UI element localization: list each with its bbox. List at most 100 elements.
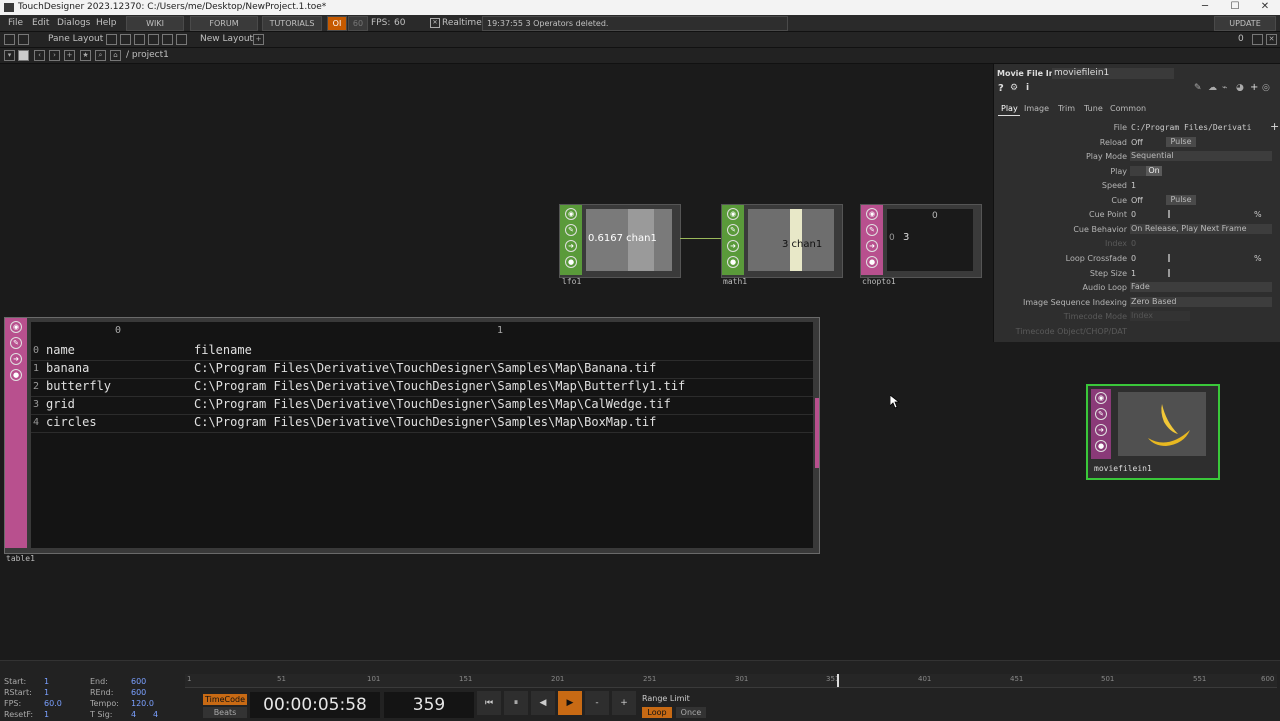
bypass-flag-icon[interactable]: ◉ bbox=[10, 321, 22, 333]
loop-button[interactable]: Loop bbox=[642, 707, 672, 718]
display-flag-icon[interactable]: ➜ bbox=[1095, 424, 1107, 436]
pane-menu-icon[interactable]: ▾ bbox=[4, 50, 15, 61]
once-button[interactable]: Once bbox=[676, 707, 706, 718]
cue-behavior-dropdown[interactable]: On Release, Play Next Frame bbox=[1130, 224, 1272, 234]
python-icon[interactable]: ⚙ bbox=[1010, 83, 1018, 93]
add-icon[interactable]: + bbox=[64, 50, 75, 61]
step-size-slider[interactable] bbox=[1168, 269, 1170, 277]
resetf-field[interactable]: 1 bbox=[44, 710, 49, 719]
help-icon[interactable]: ? bbox=[998, 83, 1004, 94]
minimize-button[interactable]: ─ bbox=[1190, 0, 1220, 15]
timeline-ruler[interactable]: 1 51 101 151 201 251 301 351 401 451 501… bbox=[185, 674, 1277, 688]
rend-field[interactable]: 600 bbox=[131, 688, 146, 697]
network-path[interactable]: / project1 bbox=[126, 50, 169, 60]
fps-field[interactable]: 60.0 bbox=[44, 699, 62, 708]
forward-icon[interactable]: › bbox=[49, 50, 60, 61]
play-reverse-button[interactable]: ◀ bbox=[531, 691, 555, 715]
table-cell[interactable]: C:\Program Files\Derivative\TouchDesigne… bbox=[194, 379, 685, 393]
tab-play[interactable]: Play bbox=[1001, 104, 1018, 113]
table-cell[interactable]: grid bbox=[46, 397, 75, 411]
layout-4-icon[interactable] bbox=[148, 34, 159, 45]
cue-point-slider[interactable] bbox=[1168, 210, 1170, 218]
table-cell[interactable]: banana bbox=[46, 361, 89, 375]
oi-button[interactable]: OI bbox=[327, 16, 347, 31]
layout-5-icon[interactable] bbox=[162, 34, 173, 45]
cue-point-field[interactable]: 0 bbox=[1131, 210, 1136, 219]
edit-icon[interactable]: ✎ bbox=[1194, 83, 1202, 93]
cue-toggle[interactable]: Off bbox=[1131, 196, 1143, 205]
layout-1-icon[interactable] bbox=[106, 34, 117, 45]
reload-pulse-button[interactable]: Pulse bbox=[1166, 137, 1196, 147]
add-layout-icon[interactable]: + bbox=[253, 34, 264, 45]
image-sequence-indexing-dropdown[interactable]: Zero Based bbox=[1130, 297, 1272, 307]
pane-split-icon[interactable] bbox=[4, 34, 15, 45]
tutorials-button[interactable]: TUTORIALS bbox=[262, 16, 322, 31]
table-cell[interactable]: filename bbox=[194, 343, 252, 357]
step-size-field[interactable]: 1 bbox=[1131, 269, 1136, 278]
op-name-field[interactable]: moviefilein1 bbox=[1052, 68, 1174, 79]
bypass-flag-icon[interactable]: ◉ bbox=[1095, 392, 1107, 404]
new-layout-button[interactable]: New Layout bbox=[200, 34, 253, 44]
viewer-flag-icon[interactable]: ● bbox=[866, 256, 878, 268]
table-cell[interactable]: C:\Program Files\Derivative\TouchDesigne… bbox=[194, 397, 671, 411]
viewer-flag-icon[interactable]: ● bbox=[565, 256, 577, 268]
lock-flag-icon[interactable]: ✎ bbox=[866, 224, 878, 236]
math-node-name[interactable]: math1 bbox=[723, 277, 747, 286]
layout-3-icon[interactable] bbox=[134, 34, 145, 45]
table-cell[interactable]: name bbox=[46, 343, 75, 357]
table-cell[interactable]: C:\Program Files\Derivative\TouchDesigne… bbox=[194, 415, 656, 429]
tsig-a-field[interactable]: 4 bbox=[131, 710, 136, 719]
tab-image[interactable]: Image bbox=[1024, 104, 1049, 113]
pane-layout-button[interactable]: Pane Layout bbox=[48, 34, 103, 44]
fps-set-field[interactable]: 60 bbox=[348, 16, 368, 31]
play-forward-button[interactable]: ▶ bbox=[558, 691, 582, 715]
moviefilein-node-name[interactable]: moviefilein1 bbox=[1094, 464, 1152, 473]
timecode-mode-button[interactable]: TimeCode bbox=[203, 694, 247, 705]
add-param-icon[interactable]: + bbox=[1250, 82, 1258, 93]
tab-tune[interactable]: Tune bbox=[1084, 104, 1103, 113]
lock-flag-icon[interactable]: ✎ bbox=[1095, 408, 1107, 420]
maximize-button[interactable]: ☐ bbox=[1220, 0, 1250, 15]
loop-crossfade-field[interactable]: 0 bbox=[1131, 254, 1136, 263]
moviefilein-top-node[interactable]: ◉ ✎ ➜ ● moviefilein1 bbox=[1086, 384, 1220, 480]
display-flag-icon[interactable]: ➜ bbox=[10, 353, 22, 365]
table-cell[interactable]: circles bbox=[46, 415, 97, 429]
color-icon[interactable]: ◕ bbox=[1236, 83, 1244, 93]
frame-display[interactable]: 359 bbox=[384, 692, 474, 718]
pane-link-icon[interactable] bbox=[18, 34, 29, 45]
tab-common[interactable]: Common bbox=[1110, 104, 1146, 113]
start-field[interactable]: 1 bbox=[44, 677, 49, 686]
back-icon[interactable]: ‹ bbox=[34, 50, 45, 61]
file-browse-icon[interactable]: + bbox=[1270, 120, 1279, 133]
bypass-flag-icon[interactable]: ◉ bbox=[727, 208, 739, 220]
info-icon[interactable]: i bbox=[1026, 83, 1029, 93]
table-scrollbar[interactable] bbox=[815, 398, 819, 468]
lock-flag-icon[interactable]: ✎ bbox=[565, 224, 577, 236]
viewer-flag-icon[interactable]: ● bbox=[10, 369, 22, 381]
cue-pulse-button[interactable]: Pulse bbox=[1166, 195, 1196, 205]
forum-button[interactable]: FORUM bbox=[190, 16, 258, 31]
pause-button[interactable]: ⏸ bbox=[504, 691, 528, 715]
pane-maximize-icon[interactable] bbox=[1252, 34, 1263, 45]
beats-mode-button[interactable]: Beats bbox=[203, 707, 247, 718]
update-button[interactable]: UPDATE bbox=[1214, 16, 1276, 31]
table-cell[interactable]: C:\Program Files\Derivative\TouchDesigne… bbox=[194, 361, 656, 375]
math-chop-node[interactable]: ◉ ✎ ➜ ● 3 chan1 bbox=[721, 204, 843, 278]
loop-crossfade-unit[interactable]: % bbox=[1254, 254, 1262, 263]
menu-help[interactable]: Help bbox=[96, 18, 117, 28]
bypass-flag-icon[interactable]: ◉ bbox=[866, 208, 878, 220]
table-cell[interactable]: butterfly bbox=[46, 379, 111, 393]
realtime-checkbox[interactable]: ✕ bbox=[430, 18, 440, 28]
audio-loop-dropdown[interactable]: Fade bbox=[1130, 282, 1272, 292]
reload-toggle[interactable]: Off bbox=[1131, 138, 1143, 147]
table-node-name[interactable]: table1 bbox=[6, 554, 35, 563]
zoom-icon[interactable]: ⌕ bbox=[95, 50, 106, 61]
display-flag-icon[interactable]: ➜ bbox=[727, 240, 739, 252]
lfo-node-name[interactable]: lfo1 bbox=[562, 277, 581, 286]
menu-dialogs[interactable]: Dialogs bbox=[57, 18, 90, 28]
viewer-flag-icon[interactable]: ● bbox=[1095, 440, 1107, 452]
go-to-start-button[interactable]: ⏮ bbox=[477, 691, 501, 715]
loop-crossfade-slider[interactable] bbox=[1168, 254, 1170, 262]
play-mode-dropdown[interactable]: Sequential bbox=[1130, 151, 1272, 161]
tab-trim[interactable]: Trim bbox=[1058, 104, 1075, 113]
